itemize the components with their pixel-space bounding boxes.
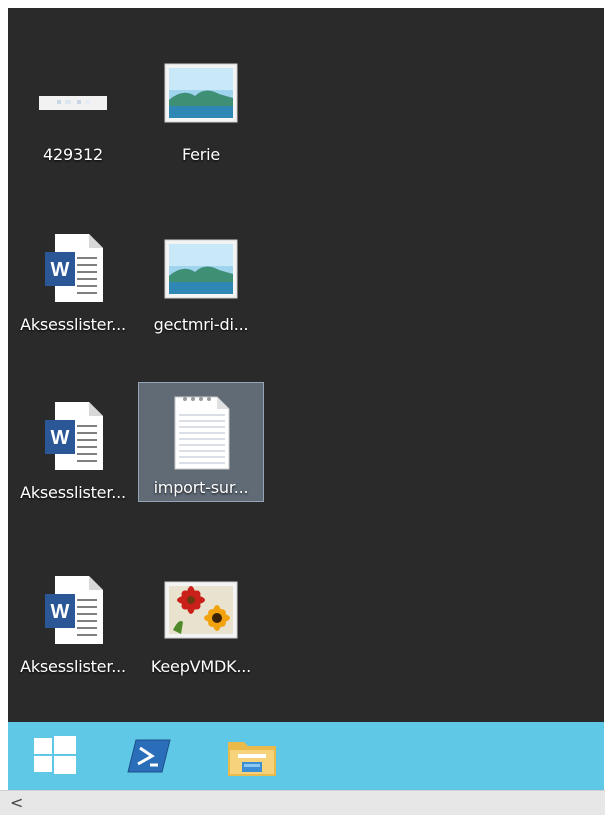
- taskbar: [8, 722, 604, 790]
- desktop[interactable]: 429312 Ferie W Aksesslister... gectmri-d…: [8, 8, 604, 722]
- flower-image-icon: [161, 570, 241, 650]
- file-explorer-button[interactable]: [224, 728, 280, 784]
- powershell-icon: [127, 739, 171, 773]
- desktop-icon-label: import-sur...: [153, 478, 249, 497]
- text-file-icon: [161, 391, 241, 471]
- thumbnail-icon: [33, 58, 113, 138]
- file-explorer-icon: [228, 742, 276, 776]
- windows-start-icon: [34, 736, 76, 774]
- svg-text:W: W: [51, 427, 70, 449]
- horizontal-scrollbar[interactable]: <: [0, 790, 605, 815]
- desktop-icon-aksesslister-3[interactable]: W Aksesslister...: [10, 560, 136, 680]
- svg-text:W: W: [51, 601, 70, 623]
- window-left-edge: [0, 0, 8, 790]
- svg-text:W: W: [51, 259, 70, 281]
- image-file-icon: [161, 58, 241, 138]
- word-document-icon: W: [33, 228, 113, 308]
- image-file-icon: [161, 228, 241, 308]
- desktop-icon-aksesslister-2[interactable]: W Aksesslister...: [10, 386, 136, 506]
- powershell-button[interactable]: [122, 728, 178, 784]
- desktop-icon-label: KeepVMDK...: [150, 657, 252, 676]
- desktop-icon-keepvmdk[interactable]: KeepVMDK...: [138, 560, 264, 680]
- screenshot-frame: 429312 Ferie W Aksesslister... gectmri-d…: [0, 0, 605, 815]
- desktop-icon-ferie[interactable]: Ferie: [138, 48, 264, 168]
- desktop-icon-label: Aksesslister...: [20, 315, 126, 334]
- desktop-icon-label: gectmri-di...: [153, 315, 249, 334]
- start-button[interactable]: [26, 728, 82, 784]
- word-document-icon: W: [33, 570, 113, 650]
- desktop-icon-429312[interactable]: 429312: [10, 48, 136, 168]
- desktop-icon-label: Ferie: [181, 145, 221, 164]
- desktop-icon-label: Aksesslister...: [20, 657, 126, 676]
- desktop-icon-import-sur[interactable]: import-sur...: [138, 382, 264, 502]
- scroll-left-arrow[interactable]: <: [10, 795, 26, 811]
- desktop-icon-gectmri[interactable]: gectmri-di...: [138, 218, 264, 338]
- desktop-icon-aksesslister-1[interactable]: W Aksesslister...: [10, 218, 136, 338]
- desktop-icon-label: Aksesslister...: [20, 483, 126, 502]
- desktop-icon-label: 429312: [43, 145, 103, 164]
- word-document-icon: W: [33, 396, 113, 476]
